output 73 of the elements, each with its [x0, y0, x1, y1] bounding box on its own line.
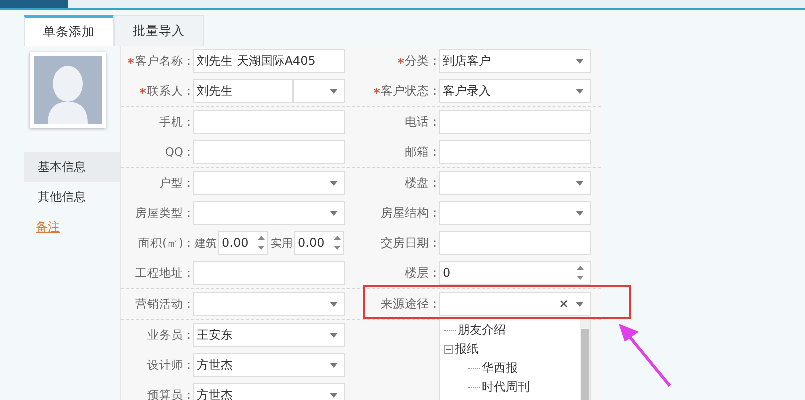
field-label: 楼盘 : [405, 174, 437, 192]
select-field[interactable]: 方世杰 [193, 383, 345, 400]
field-label: 手机 : [159, 114, 191, 130]
field-label: 分类 : [405, 52, 437, 70]
caret-icon [576, 180, 584, 186]
caret-icon [330, 332, 338, 338]
caret-icon [330, 210, 338, 216]
number-field[interactable]: 0 [439, 261, 591, 285]
field-label: 交房日期 : [381, 234, 437, 252]
text-field[interactable] [193, 140, 345, 164]
field-label: 面积(㎡) : [138, 236, 191, 250]
field-label: 客户状态 : [381, 82, 437, 100]
field-label: 设计师 : [147, 358, 191, 372]
field-label: 房屋结构 : [381, 204, 437, 222]
caret-icon [330, 362, 338, 368]
text-field[interactable] [193, 110, 345, 134]
select-field[interactable] [193, 201, 345, 225]
select-field[interactable]: 方世杰 [193, 353, 345, 377]
text-field[interactable] [439, 231, 591, 255]
collapse-icon[interactable] [444, 345, 453, 354]
area-part-label: 建筑 [195, 236, 217, 250]
text-field[interactable] [439, 140, 591, 164]
arrow-annotation [617, 322, 673, 388]
tree-item[interactable]: 时代周刊 [482, 379, 530, 396]
contact-field[interactable]: 刘先生 [193, 79, 293, 103]
tab[interactable]: 单条添加 [24, 15, 114, 46]
clear-icon[interactable] [560, 300, 568, 308]
caret-icon [576, 210, 584, 216]
caret-icon [576, 88, 584, 94]
field-label: 联系人 : [147, 84, 191, 98]
spinner-arrows-icon[interactable] [258, 235, 265, 251]
field-label: 户型 : [159, 176, 191, 190]
select-field[interactable]: 到店客户 [439, 49, 591, 73]
spinner-arrows-icon[interactable] [577, 265, 584, 281]
text-field[interactable] [439, 110, 591, 134]
caret-icon [330, 88, 338, 94]
field-label: QQ : [165, 145, 191, 159]
field-label: 客户名称 : [135, 54, 191, 68]
field-label: 邮箱 : [405, 144, 437, 160]
caret-icon [576, 302, 584, 306]
area-part-label: 实用 [271, 236, 293, 250]
sidebar-item[interactable]: 基本信息 [24, 152, 120, 182]
field-label: 营销活动 : [135, 296, 191, 312]
field-label: 房屋类型 : [135, 206, 191, 220]
select-field[interactable] [439, 171, 591, 195]
field-label: 预算员 : [147, 388, 191, 400]
select-field[interactable]: 王安东 [193, 323, 345, 347]
number-field[interactable]: 0.00 [294, 231, 344, 255]
field-label: 业务员 : [147, 328, 191, 342]
field-label: 来源途径 : [381, 296, 437, 312]
scrollbar[interactable] [580, 319, 590, 400]
select-field[interactable] [439, 201, 591, 225]
sidebar-item[interactable]: 其他信息 [24, 182, 120, 212]
caret-icon [330, 302, 338, 306]
select-field[interactable] [193, 292, 345, 316]
number-field[interactable]: 0.00 [218, 231, 268, 255]
caret-icon [576, 58, 584, 64]
field-label: 工程地址 : [135, 266, 191, 280]
combo-field[interactable] [439, 292, 591, 316]
field-label: 电话 : [405, 114, 437, 130]
select-field[interactable] [193, 171, 345, 195]
select-field[interactable] [293, 79, 345, 103]
tree-item[interactable]: 华西报 [482, 360, 518, 377]
caret-icon [330, 392, 338, 398]
caret-icon [330, 180, 338, 186]
tree-item[interactable]: 报纸 [455, 341, 479, 358]
field-label: 楼层 : [405, 264, 437, 282]
tab[interactable]: 批量导入 [114, 15, 204, 46]
select-field[interactable]: 客户录入 [439, 79, 591, 103]
spinner-arrows-icon[interactable] [334, 235, 341, 251]
text-field[interactable] [193, 261, 345, 285]
tree-item[interactable]: 朋友介绍 [458, 322, 506, 339]
text-field[interactable]: 刘先生 天湖国际A405 [193, 49, 345, 73]
